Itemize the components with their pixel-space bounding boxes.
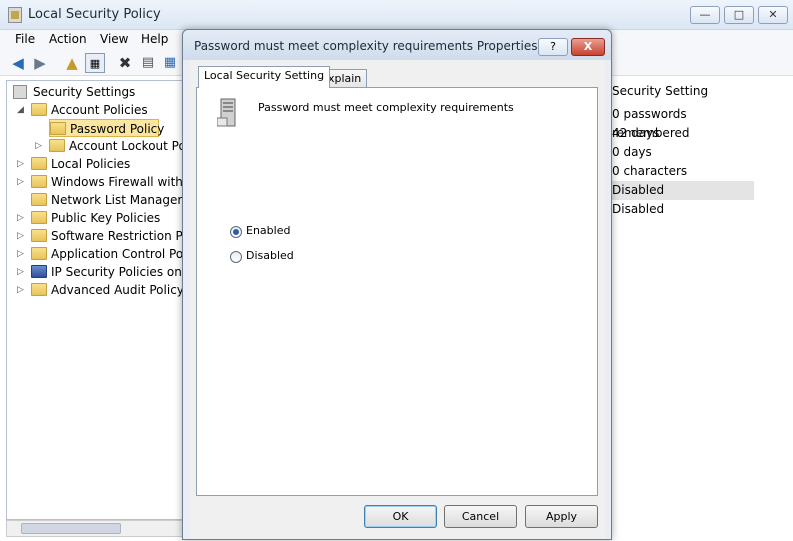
folder-icon xyxy=(31,175,47,188)
tab-panel: Password must meet complexity requiremen… xyxy=(196,87,598,496)
menu-file[interactable]: File xyxy=(15,32,35,46)
setting-value[interactable]: 0 characters xyxy=(612,162,754,181)
menu-view[interactable]: View xyxy=(100,32,128,46)
expand-arrow-icon[interactable]: ▷ xyxy=(17,281,27,299)
column-header-security-setting[interactable]: Security Setting xyxy=(612,84,708,98)
properties-dialog: Password must meet complexity requiremen… xyxy=(182,29,612,540)
dialog-title: Password must meet complexity requiremen… xyxy=(194,39,538,53)
setting-value[interactable]: 42 days xyxy=(612,124,754,143)
expand-arrow-icon[interactable]: ▷ xyxy=(17,263,27,281)
folder-lock-icon xyxy=(50,122,66,135)
delete-icon[interactable]: ✖ xyxy=(115,53,135,73)
console-tree: Security Settings ◢ Account Policies Pas… xyxy=(6,80,184,520)
security-policy-app-icon xyxy=(8,7,22,23)
export-list-icon[interactable]: ▦ xyxy=(160,53,180,73)
tab-local-security-setting[interactable]: Local Security Setting xyxy=(198,66,331,88)
tree-item-password-policy[interactable]: Password Policy xyxy=(49,119,164,137)
dialog-body: Local Security Setting Explain Password … xyxy=(190,60,605,538)
setting-value[interactable]: Disabled xyxy=(612,200,754,219)
enabled-radio[interactable] xyxy=(230,226,242,238)
collapse-arrow-icon[interactable]: ◢ xyxy=(17,101,27,119)
expand-arrow-icon[interactable]: ▷ xyxy=(35,137,45,155)
expand-arrow-icon[interactable]: ▷ xyxy=(17,245,27,263)
setting-value-selected[interactable]: Disabled xyxy=(612,181,754,200)
expand-arrow-icon[interactable]: ▷ xyxy=(17,173,27,191)
minimize-button[interactable]: — xyxy=(690,6,720,24)
window-title: Local Security Policy xyxy=(28,7,161,22)
security-settings-icon xyxy=(13,85,27,99)
folder-icon xyxy=(31,193,47,206)
apply-button[interactable]: Apply xyxy=(525,505,598,528)
folder-lock-icon xyxy=(31,157,47,170)
policy-name-label: Password must meet complexity requiremen… xyxy=(258,101,514,114)
expand-arrow-icon[interactable]: ▷ xyxy=(17,155,27,173)
help-button[interactable]: ? xyxy=(538,38,568,56)
setting-value[interactable]: 0 passwords remembered xyxy=(612,105,754,140)
properties-icon[interactable]: ▤ xyxy=(138,53,158,73)
folder-icon xyxy=(31,247,47,260)
back-arrow-icon[interactable]: ◀ xyxy=(8,53,28,73)
scrollbar-thumb[interactable] xyxy=(21,523,121,534)
menu-help[interactable]: Help xyxy=(141,32,168,46)
dialog-title-bar: Password must meet complexity requiremen… xyxy=(183,30,611,60)
expand-arrow-icon[interactable]: ▷ xyxy=(17,227,27,245)
title-bar: Local Security Policy — □ ✕ xyxy=(0,0,793,30)
folder-icon xyxy=(31,211,47,224)
disabled-radio[interactable] xyxy=(230,251,242,263)
expand-arrow-icon[interactable]: ▷ xyxy=(17,209,27,227)
tree-horizontal-scrollbar[interactable] xyxy=(6,520,184,537)
disabled-radio-label[interactable]: Disabled xyxy=(246,249,294,262)
ok-button[interactable]: OK xyxy=(364,505,437,528)
forward-arrow-icon[interactable]: ▶ xyxy=(30,53,50,73)
up-folder-icon[interactable]: ▲ xyxy=(62,53,82,73)
folder-lock-icon xyxy=(31,103,47,116)
server-policy-icon xyxy=(216,98,239,128)
menu-action[interactable]: Action xyxy=(49,32,87,46)
show-hide-tree-icon[interactable]: ▦ xyxy=(85,53,105,73)
close-button[interactable]: ✕ xyxy=(758,6,788,24)
enabled-radio-label[interactable]: Enabled xyxy=(246,224,290,237)
folder-icon xyxy=(31,229,47,242)
network-shield-icon xyxy=(31,265,47,278)
folder-lock-icon xyxy=(49,139,65,152)
setting-value[interactable]: 0 days xyxy=(612,143,754,162)
details-pane: Security Setting 0 passwords remembered … xyxy=(612,80,793,540)
cancel-button[interactable]: Cancel xyxy=(444,505,517,528)
maximize-button[interactable]: □ xyxy=(724,6,754,24)
dialog-close-button[interactable]: X xyxy=(571,38,605,56)
folder-icon xyxy=(31,283,47,296)
